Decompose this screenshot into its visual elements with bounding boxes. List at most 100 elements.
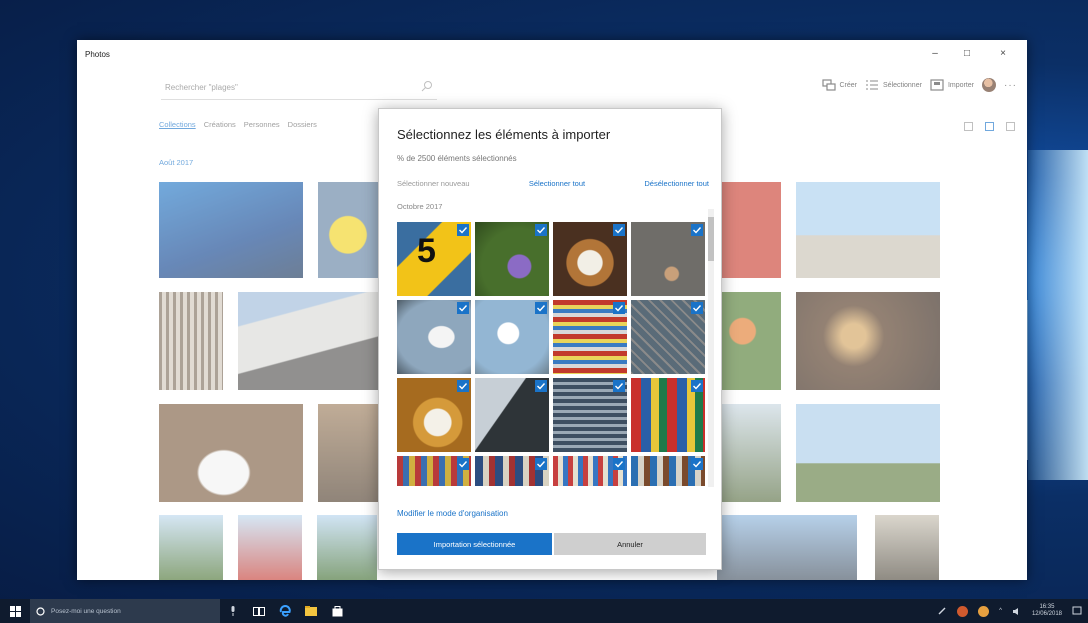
tab-people[interactable]: Personnes: [244, 120, 280, 129]
volume-icon[interactable]: [1012, 607, 1022, 616]
photo-tile[interactable]: [159, 292, 223, 390]
thumbnail-jerseys[interactable]: [631, 378, 705, 452]
tab-creations[interactable]: Créations: [204, 120, 236, 129]
photo-tile[interactable]: [796, 404, 940, 502]
photo-tile[interactable]: [717, 292, 781, 390]
thumbnail-sign-5[interactable]: 5: [397, 222, 471, 296]
select-label: Sélectionner: [883, 81, 922, 89]
checkbox-checked-icon[interactable]: [535, 458, 547, 470]
file-explorer-icon[interactable]: [298, 599, 324, 623]
store-icon[interactable]: [324, 599, 350, 623]
create-button[interactable]: Créer: [821, 79, 857, 91]
checkbox-checked-icon[interactable]: [457, 458, 469, 470]
import-label: Importer: [947, 81, 974, 89]
thumbnail-seagull[interactable]: [397, 300, 471, 374]
edge-browser-icon[interactable]: [272, 599, 298, 623]
task-view-icon[interactable]: [246, 599, 272, 623]
checkbox-checked-icon[interactable]: [691, 380, 703, 392]
view-switcher: [964, 122, 1015, 131]
checkbox-checked-icon[interactable]: [535, 302, 547, 314]
cortana-search-text: Posez-moi une question: [51, 607, 121, 615]
minimize-button[interactable]: –: [925, 46, 945, 62]
checkbox-checked-icon[interactable]: [457, 302, 469, 314]
checkbox-checked-icon[interactable]: [691, 224, 703, 236]
view-small-icon[interactable]: [1006, 122, 1015, 131]
cortana-search-box[interactable]: Posez-moi une question: [30, 599, 220, 623]
scrollbar-thumb[interactable]: [708, 217, 714, 261]
avatar[interactable]: [982, 78, 996, 92]
photo-tile[interactable]: [317, 515, 377, 580]
clock[interactable]: 16:35 12/06/2018: [1032, 604, 1062, 618]
close-button[interactable]: ×: [993, 46, 1013, 62]
photo-tile[interactable]: [238, 292, 378, 390]
import-thumbnail-grid: 5: [397, 222, 707, 486]
clock-time: 16:35: [1039, 604, 1055, 610]
thumbnail-coffee-cups[interactable]: [397, 378, 471, 452]
thumbnail-lavender[interactable]: [475, 222, 549, 296]
thumbnail-pigeon[interactable]: [631, 222, 705, 296]
photo-tile[interactable]: [796, 292, 940, 390]
checkbox-checked-icon[interactable]: [613, 224, 625, 236]
photo-tile[interactable]: [318, 182, 378, 278]
thumbnail-bread-bowl[interactable]: [553, 222, 627, 296]
checkbox-checked-icon[interactable]: [535, 224, 547, 236]
change-organization-link[interactable]: Modifier le mode d'organisation: [397, 509, 508, 518]
checkbox-checked-icon[interactable]: [457, 224, 469, 236]
app-tray-icon[interactable]: [957, 605, 969, 617]
checkbox-checked-icon[interactable]: [613, 458, 625, 470]
collection-date-header: Août 2017: [159, 158, 194, 167]
maximize-button[interactable]: □: [957, 46, 977, 62]
deselect-all-link[interactable]: Désélectionner tout: [644, 179, 709, 188]
thumbnail-row4-c[interactable]: [553, 456, 627, 486]
photo-tile[interactable]: [159, 515, 223, 580]
thumbnail-stadium[interactable]: [553, 378, 627, 452]
search-input[interactable]: [161, 76, 401, 98]
checkbox-checked-icon[interactable]: [457, 380, 469, 392]
thumbnail-gull-flying[interactable]: [475, 300, 549, 374]
photo-tile[interactable]: [875, 515, 939, 580]
photo-tile[interactable]: [238, 515, 302, 580]
thumbnail-scrollbar[interactable]: [708, 209, 714, 487]
import-button[interactable]: Importer: [930, 79, 974, 91]
thumbnail-fence[interactable]: [631, 300, 705, 374]
tab-folders[interactable]: Dossiers: [288, 120, 317, 129]
photo-tile[interactable]: [159, 404, 303, 502]
search-icon[interactable]: [421, 80, 433, 92]
toolbar: Créer Sélectionner Importer ···: [821, 78, 1018, 92]
more-options-button[interactable]: ···: [1004, 80, 1017, 91]
thumbnail-locks[interactable]: [553, 300, 627, 374]
pen-icon[interactable]: [937, 606, 947, 616]
chevron-up-icon[interactable]: ^: [999, 608, 1002, 614]
checkbox-checked-icon[interactable]: [613, 380, 625, 392]
thumbnail-shadow[interactable]: [475, 378, 549, 452]
import-selected-button[interactable]: Importation sélectionnée: [397, 533, 552, 555]
checkbox-checked-icon[interactable]: [691, 302, 703, 314]
checkbox-checked-icon[interactable]: [691, 458, 703, 470]
thumbnail-row4-d[interactable]: [631, 456, 705, 486]
photo-tile[interactable]: [318, 404, 378, 502]
microphone-icon[interactable]: [220, 599, 246, 623]
thumbnail-row4-a[interactable]: [397, 456, 471, 486]
photo-tile[interactable]: [717, 182, 781, 278]
view-large-icon[interactable]: [964, 122, 973, 131]
photo-tile[interactable]: [796, 182, 940, 278]
photo-tile[interactable]: [717, 404, 781, 502]
select-new-link[interactable]: Sélectionner nouveau: [397, 179, 470, 188]
photo-tile[interactable]: [159, 182, 303, 278]
checkbox-checked-icon[interactable]: [613, 302, 625, 314]
select-icon: [866, 80, 879, 90]
clock-date: 12/06/2018: [1031, 611, 1062, 617]
checkbox-checked-icon[interactable]: [535, 380, 547, 392]
user-tray-icon[interactable]: [978, 605, 990, 617]
search-box[interactable]: [161, 76, 437, 100]
tab-collections[interactable]: Collections: [159, 120, 196, 129]
notifications-icon[interactable]: [1072, 606, 1082, 616]
photo-tile[interactable]: [717, 515, 857, 580]
view-medium-icon[interactable]: [985, 122, 994, 131]
cancel-button[interactable]: Annuler: [554, 533, 706, 555]
thumbnail-row4-b[interactable]: [475, 456, 549, 486]
select-button[interactable]: Sélectionner: [865, 79, 922, 91]
app-title: Photos: [85, 50, 110, 59]
start-button[interactable]: [0, 599, 30, 623]
select-all-link[interactable]: Sélectionner tout: [529, 179, 585, 188]
